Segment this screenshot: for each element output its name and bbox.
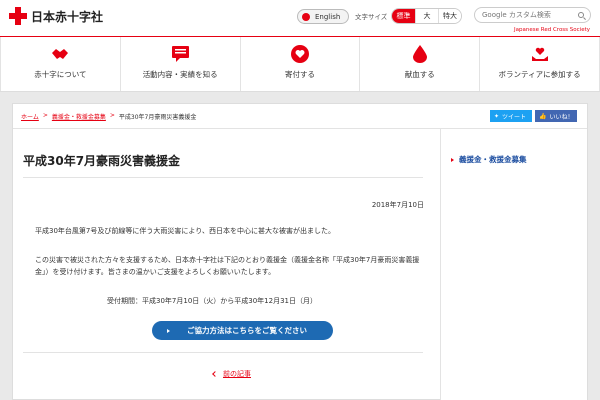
font-size-large-button[interactable]: 大 (415, 9, 438, 23)
article-paragraph: 平成30年台風第7号及び前線等に伴う大雨災害により、西日本を中心に甚大な被害が出… (35, 227, 335, 235)
heart-hands-icon (531, 45, 549, 63)
content-card: ホーム > 義援金・救援金募集 > 平成30年7月豪雨災害義援金 ✦ ツイート … (12, 103, 588, 400)
article-paragraph: この災害で被災された方々を支援するため、日本赤十字社は下記のとおり義援金（義援金… (35, 256, 420, 276)
org-english-name: Japanese Red Cross Society (514, 27, 590, 33)
cta-label: ご協力方法はこちらをご覧ください (187, 326, 307, 335)
sidebar-item-label: 義援金・救援金募集 (459, 155, 527, 164)
arrow-right-icon (167, 328, 170, 333)
global-nav: 赤十字について 活動内容・実績を知る 寄付する 献血する ボランティアに参加する (0, 37, 600, 92)
nav-item-volunteer[interactable]: ボランティアに参加する (480, 37, 600, 91)
search-input[interactable] (482, 11, 562, 19)
logo-text: 日本赤十字社 (31, 9, 104, 24)
blood-drop-icon (411, 45, 429, 63)
sidebar: 義援金・救援金募集 (441, 128, 587, 400)
nav-item-donate[interactable]: 寄付する (241, 37, 361, 91)
tweet-button[interactable]: ✦ ツイート (490, 110, 532, 122)
arrow-right-icon (451, 157, 454, 162)
breadcrumb-separator: > (109, 112, 115, 119)
nav-label: ボランティアに参加する (498, 70, 581, 79)
nav-label: 献血する (404, 70, 435, 79)
breadcrumb-home-link[interactable]: ホーム (21, 112, 39, 121)
heart-icon (290, 45, 309, 63)
like-label: いいね！ (549, 113, 574, 121)
red-cross-icon (8, 6, 28, 26)
page-title: 平成30年7月豪雨災害義援金 (23, 154, 181, 168)
nav-item-activities[interactable]: 活動内容・実績を知る (121, 37, 241, 91)
how-to-help-button[interactable]: ご協力方法はこちらをご覧ください (152, 321, 333, 340)
chevron-left-icon (212, 371, 218, 377)
tweet-label: ツイート (502, 113, 527, 121)
search-icon[interactable] (578, 12, 584, 18)
nav-label: 寄付する (284, 70, 315, 79)
breadcrumb: ホーム > 義援金・救援金募集 > 平成30年7月豪雨災害義援金 (21, 112, 196, 121)
previous-article-link[interactable]: 前の記事 (212, 369, 251, 379)
share-buttons: ✦ ツイート 👍 いいね！ (490, 110, 577, 122)
font-size-xlarge-button[interactable]: 特大 (438, 9, 461, 23)
article: 平成30年7月豪雨災害義援金 2018年7月10日 平成30年台風第7号及び前線… (13, 128, 441, 400)
language-button[interactable]: English (297, 9, 349, 24)
header: 日本赤十字社 English 文字サイズ 標準 大 特大 Japanese Re… (0, 0, 600, 37)
reception-period: 受付期間：平成30年7月10日（火）から平成30年12月31日（月） (107, 297, 317, 305)
font-size-label: 文字サイズ (355, 13, 388, 21)
speech-bubble-icon (171, 45, 189, 63)
twitter-icon: ✦ (494, 112, 500, 120)
font-size-switcher: 標準 大 特大 (391, 8, 462, 24)
nav-item-blood-donation[interactable]: 献血する (360, 37, 481, 91)
breadcrumb-category-link[interactable]: 義援金・救援金募集 (52, 112, 106, 121)
article-date: 2018年7月10日 (371, 201, 424, 209)
handshake-icon (51, 45, 69, 63)
search-box (474, 7, 591, 23)
thumbs-up-icon: 👍 (539, 112, 547, 120)
site-logo[interactable]: 日本赤十字社 (8, 6, 103, 26)
prev-label: 前の記事 (223, 370, 251, 378)
sidebar-item-relief-fund[interactable]: 義援金・救援金募集 (451, 154, 527, 165)
like-button[interactable]: 👍 いいね！ (535, 110, 577, 122)
breadcrumb-current: 平成30年7月豪雨災害義援金 (118, 114, 197, 121)
language-label: English (315, 12, 341, 21)
nav-label: 活動内容・実績を知る (142, 70, 218, 79)
font-size-standard-button[interactable]: 標準 (392, 9, 415, 23)
nav-item-about[interactable]: 赤十字について (0, 37, 121, 91)
nav-label: 赤十字について (34, 70, 87, 79)
title-divider (23, 177, 423, 178)
globe-icon (302, 12, 310, 21)
breadcrumb-separator: > (42, 112, 48, 119)
article-divider (23, 352, 423, 353)
